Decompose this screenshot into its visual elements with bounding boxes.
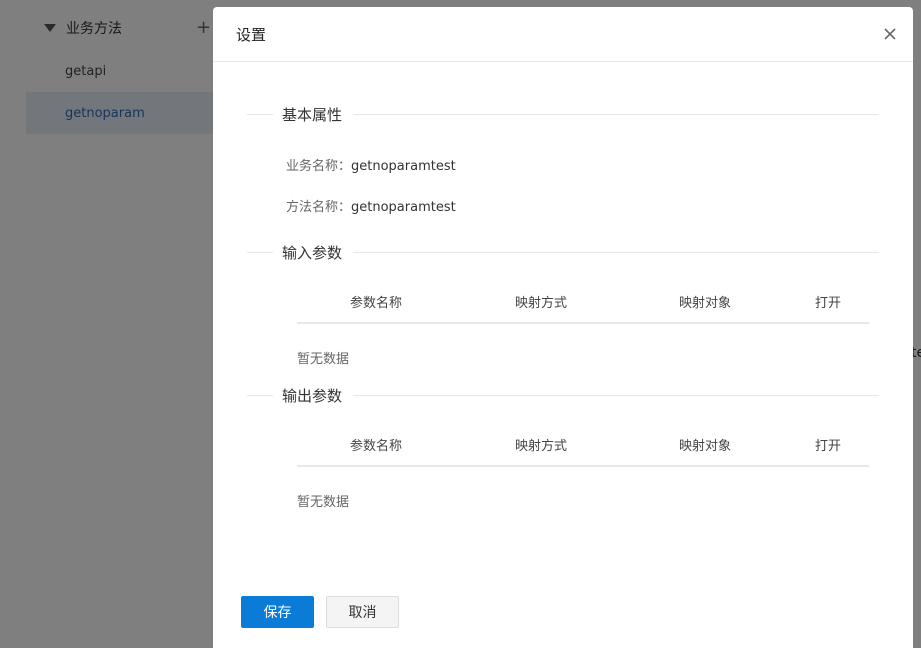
- input-params-table: 参数名称 映射方式 映射对象 打开: [297, 280, 869, 324]
- method-name-label: 方法名称：: [286, 200, 352, 215]
- column-header-open: 打开: [815, 438, 842, 454]
- section-title: 输入参数: [282, 243, 343, 262]
- divider: [353, 394, 879, 396]
- divider: [247, 251, 273, 253]
- table-header-row: 参数名称 映射方式 映射对象 打开: [297, 280, 869, 324]
- input-params-empty: 暂无数据: [297, 352, 350, 367]
- business-name-field: 业务名称：getnoparamtest: [286, 155, 456, 174]
- column-header-mapping-method: 映射方式: [515, 295, 568, 311]
- close-button[interactable]: [881, 25, 899, 43]
- column-header-mapping-target: 映射对象: [679, 295, 732, 311]
- divider: [247, 113, 273, 115]
- divider: [353, 113, 879, 115]
- settings-dialog: 设置 基本属性 业务名称：getnoparamtest 方法名称：getnopa…: [213, 7, 913, 648]
- column-header-mapping-method: 映射方式: [515, 438, 568, 454]
- section-title: 基本属性: [282, 105, 343, 124]
- cancel-button[interactable]: 取消: [326, 596, 399, 628]
- section-title: 输出参数: [282, 386, 343, 405]
- close-icon: [884, 28, 896, 40]
- divider: [353, 251, 879, 253]
- output-params-table: 参数名称 映射方式 映射对象 打开: [297, 423, 869, 467]
- dialog-header: 设置: [213, 7, 913, 62]
- dialog-title: 设置: [236, 25, 267, 44]
- column-header-mapping-target: 映射对象: [679, 438, 732, 454]
- column-header-param-name: 参数名称: [350, 438, 403, 454]
- column-header-open: 打开: [815, 295, 842, 311]
- method-name-field: 方法名称：getnoparamtest: [286, 196, 456, 215]
- output-params-empty: 暂无数据: [297, 495, 350, 510]
- business-name-value: getnoparamtest: [351, 159, 456, 174]
- business-name-label: 业务名称：: [286, 159, 352, 174]
- section-output-params: 输出参数: [247, 385, 879, 405]
- table-header-row: 参数名称 映射方式 映射对象 打开: [297, 423, 869, 467]
- method-name-value: getnoparamtest: [351, 200, 456, 215]
- divider: [247, 394, 273, 396]
- section-input-params: 输入参数: [247, 242, 879, 262]
- save-button[interactable]: 保存: [241, 596, 314, 628]
- column-header-param-name: 参数名称: [350, 295, 403, 311]
- section-basic-properties: 基本属性: [247, 104, 879, 124]
